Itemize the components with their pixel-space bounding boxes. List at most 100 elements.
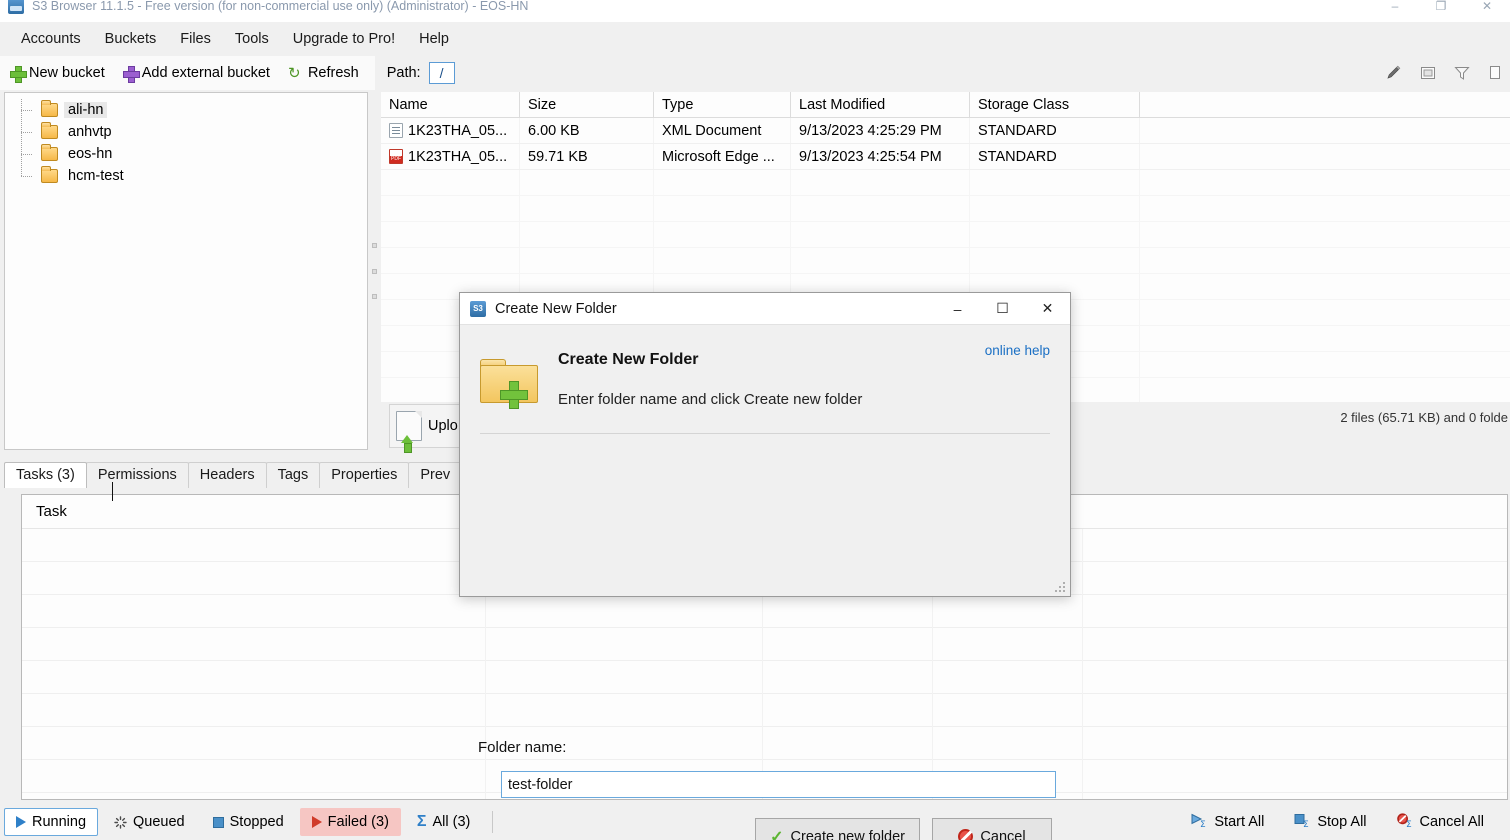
file-list-summary: 2 files (65.71 KB) and 0 folde [1340, 410, 1508, 425]
rename-icon[interactable] [1416, 61, 1440, 85]
cancel-button[interactable]: Cancel [932, 818, 1052, 840]
tab-headers[interactable]: Headers [187, 462, 267, 488]
file-type-cell: XML Document [654, 118, 791, 143]
tab-tags[interactable]: Tags [265, 462, 321, 488]
s3-browser-window: S3 Browser 11.1.5 - Free version (for no… [0, 0, 1510, 840]
sigma-icon: Σ [416, 813, 427, 830]
statusbar-actions: Σ Start All Σ Stop All Σ Cancel All [1175, 807, 1496, 838]
file-storage-class-cell: STANDARD [970, 144, 1140, 169]
file-list-empty-row [381, 170, 1510, 196]
toolbar: New bucket Add external bucket ↻ Refresh… [0, 56, 1510, 90]
task-row[interactable] [22, 727, 1507, 760]
bucket-label: eos-hn [68, 146, 113, 162]
upload-button[interactable]: Uplo [389, 404, 469, 453]
bucket-tree-item-hcm-test[interactable]: hcm-test [19, 165, 367, 187]
column-header-size[interactable]: Size [520, 92, 654, 117]
upload-file-icon [396, 411, 422, 453]
cancel-all-label: Cancel All [1419, 814, 1484, 830]
task-row[interactable] [22, 661, 1507, 694]
menu-buckets[interactable]: Buckets [94, 26, 168, 52]
filter-stopped-button[interactable]: Stopped [201, 808, 296, 836]
tab-properties[interactable]: Properties [319, 462, 410, 488]
filter-failed-label: Failed (3) [327, 814, 389, 830]
xml-file-icon [389, 123, 403, 138]
window-minimize-button[interactable]: – [1372, 0, 1418, 21]
menu-upgrade-to-pro[interactable]: Upgrade to Pro! [282, 26, 406, 52]
bucket-tree-item-anhvtp[interactable]: anhvtp [19, 121, 367, 143]
path-input[interactable]: / [428, 62, 455, 84]
folder-name-label: Folder name: [478, 739, 567, 756]
dialog-close-button[interactable]: ✕ [1025, 293, 1070, 325]
tab-permissions[interactable]: Permissions [85, 462, 189, 488]
folder-icon [41, 166, 58, 183]
window-close-button[interactable]: ✕ [1464, 0, 1510, 21]
play-triangle-red-icon [311, 816, 322, 828]
task-row[interactable] [22, 694, 1507, 727]
file-list-header: Name Size Type Last Modified Storage Cla… [381, 92, 1510, 118]
column-header-name[interactable]: Name [381, 92, 520, 117]
menu-files[interactable]: Files [169, 26, 222, 52]
bucket-label: ali-hn [64, 102, 108, 118]
pdf-file-icon [389, 149, 403, 164]
start-all-button[interactable]: Σ Start All [1179, 807, 1276, 838]
filter-queued-label: Queued [133, 814, 185, 830]
pencil-icon[interactable] [1382, 61, 1406, 85]
create-new-folder-button[interactable]: ✓ Create new folder [755, 818, 920, 840]
filter-all-label: All (3) [432, 814, 471, 830]
dialog-title: Create New Folder [495, 300, 617, 317]
filter-icon[interactable] [1450, 61, 1474, 85]
dialog-minimize-button[interactable]: – [935, 293, 980, 325]
window-maximize-button[interactable]: ❐ [1418, 0, 1464, 21]
add-external-bucket-label: Add external bucket [141, 65, 270, 81]
file-row[interactable]: 1K23THA_05... 6.00 KB XML Document 9/13/… [381, 118, 1510, 144]
file-modified-cell: 9/13/2023 4:25:54 PM [791, 144, 970, 169]
bucket-tree-item-ali-hn[interactable]: ali-hn [19, 99, 367, 121]
file-list-empty-row [381, 222, 1510, 248]
column-header-storage-class[interactable]: Storage Class [970, 92, 1140, 117]
filter-queued-button[interactable]: Queued [102, 808, 197, 836]
column-header-type[interactable]: Type [654, 92, 791, 117]
filter-all-button[interactable]: Σ All (3) [405, 807, 482, 837]
column-header-last-modified[interactable]: Last Modified [791, 92, 970, 117]
vertical-splitter[interactable] [368, 92, 380, 450]
cancel-all-button[interactable]: Σ Cancel All [1385, 807, 1496, 838]
filter-failed-button[interactable]: Failed (3) [299, 808, 401, 836]
cancel-all-icon: Σ [1396, 812, 1414, 832]
stop-all-icon: Σ [1294, 813, 1311, 832]
menu-tools[interactable]: Tools [224, 26, 280, 52]
path-label: Path: [386, 65, 421, 81]
dialog-divider [480, 433, 1050, 434]
tree-guide-line [21, 121, 39, 143]
deny-icon [958, 829, 974, 840]
refresh-label: Refresh [307, 65, 359, 81]
file-list-empty-row [381, 196, 1510, 222]
folder-icon [41, 144, 58, 161]
add-external-bucket-button[interactable]: Add external bucket [117, 62, 276, 84]
new-bucket-button[interactable]: New bucket [4, 62, 111, 84]
refresh-button[interactable]: ↻ Refresh [282, 62, 365, 84]
toolbar-right-icons [1382, 56, 1510, 90]
bucket-tree-item-eos-hn[interactable]: eos-hn [19, 143, 367, 165]
folder-icon [41, 100, 58, 117]
dialog-maximize-button[interactable]: ☐ [980, 293, 1025, 325]
copy-icon[interactable] [1484, 61, 1508, 85]
filter-running-button[interactable]: Running [4, 808, 99, 836]
tab-tasks[interactable]: Tasks (3) [4, 462, 87, 488]
menu-accounts[interactable]: Accounts [10, 26, 92, 52]
play-triangle-icon [16, 816, 26, 828]
task-row[interactable] [22, 628, 1507, 661]
task-column-header-task[interactable]: Task [22, 495, 81, 528]
window-titlebar: S3 Browser 11.1.5 - Free version (for no… [0, 0, 1510, 22]
bucket-toolbar-group: New bucket Add external bucket ↻ Refresh [0, 56, 375, 90]
file-list-empty-row [381, 248, 1510, 274]
file-row[interactable]: 1K23THA_05... 59.71 KB Microsoft Edge ..… [381, 144, 1510, 170]
dialog-resize-grip[interactable] [1054, 581, 1066, 593]
online-help-link[interactable]: online help [985, 343, 1050, 358]
task-row[interactable] [22, 595, 1507, 628]
tree-guide-line [21, 99, 39, 121]
folder-name-input[interactable] [501, 771, 1056, 798]
tab-preview[interactable]: Prev [408, 462, 463, 488]
statusbar-divider [492, 811, 494, 833]
stop-all-button[interactable]: Σ Stop All [1282, 807, 1378, 838]
menu-help[interactable]: Help [408, 26, 460, 52]
